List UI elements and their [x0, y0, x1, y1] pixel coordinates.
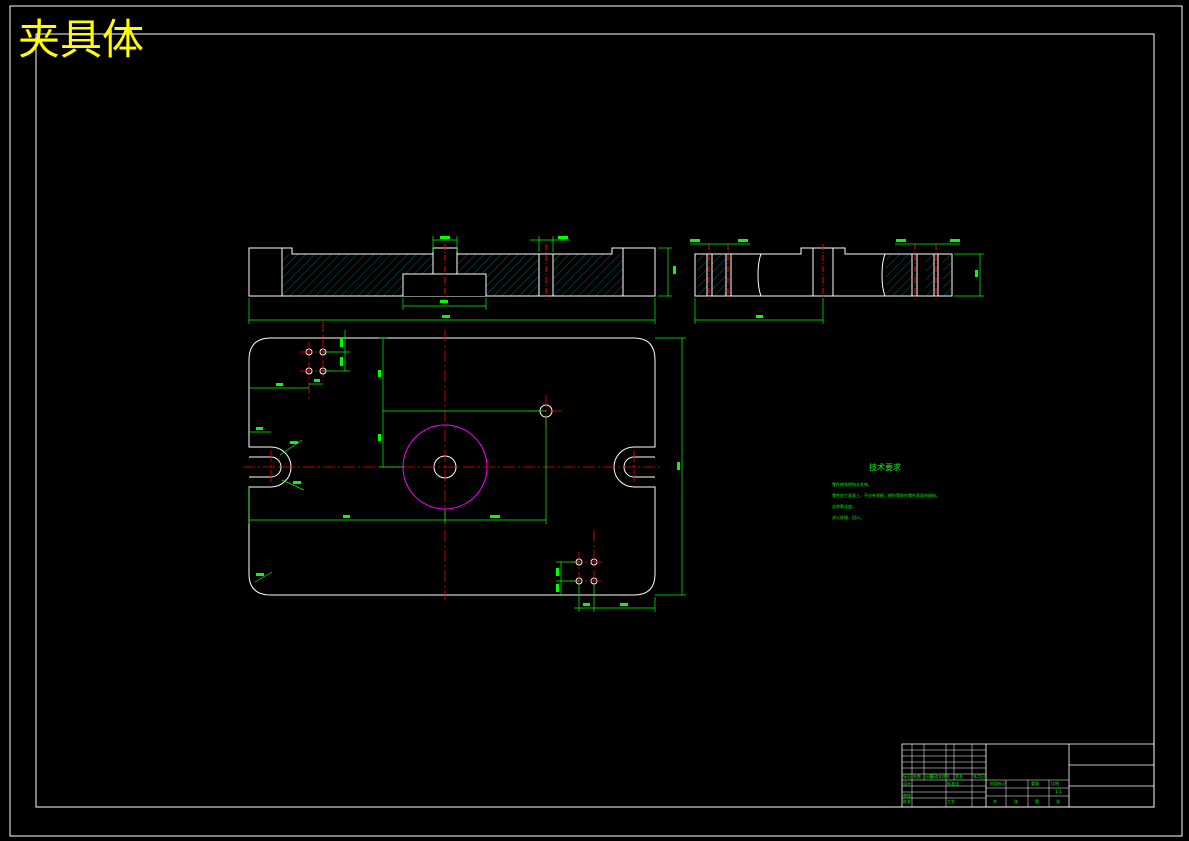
dimension-mark [378, 434, 381, 441]
tech-req-heading: 技术要求 [869, 463, 901, 472]
side-hatch [697, 254, 707, 296]
tb-label-approve: 批准 [903, 799, 911, 804]
dimension-mark [558, 236, 568, 239]
hatch-region-right [553, 254, 623, 296]
dimension-mark [276, 383, 283, 386]
dimension-mark [442, 315, 450, 318]
inner-frame [35, 33, 1155, 808]
tech-req-item-1: 零件棱角倒钝去毛刺。 [832, 482, 872, 487]
technical-requirements: 技术要求 零件棱角倒钝去毛刺。 零件加工表面上，不应有划痕、擦伤等损伤零件表面的… [832, 462, 1032, 523]
tb-label-weight: 重量 [1031, 781, 1039, 786]
tb-label-design: 设计 [903, 781, 911, 786]
tb-label-scale: 比例 [1051, 781, 1059, 786]
dimension-mark [256, 573, 264, 576]
dimension-mark [673, 266, 676, 274]
tb-label-signature: 签名 [955, 774, 963, 779]
tb-label-sheet-no: 第 [1035, 799, 1039, 804]
dimension-mark [975, 270, 978, 277]
plan-view [243, 320, 686, 612]
tb-label-mark: 标记 [903, 774, 911, 779]
dimension-mark [690, 239, 700, 242]
tb-label-date: 年月日 [973, 774, 985, 779]
tb-label-change-doc: 更改文件号 [930, 774, 950, 779]
dimension-mark [440, 300, 448, 303]
dimension-mark [293, 481, 301, 484]
tb-label-total: 共 [993, 799, 997, 804]
dimension-mark [314, 379, 320, 382]
drawing-canvas [9, 5, 1183, 837]
side-section-view [690, 239, 984, 324]
tb-scale-value: 1:1 [1055, 789, 1062, 794]
dimension-mark [677, 462, 680, 470]
dimension-mark [896, 239, 906, 242]
dimension-mark [340, 357, 343, 366]
dimension-mark [256, 427, 263, 430]
tb-label-standard: 标准化 [947, 781, 959, 786]
dimension-mark [290, 441, 298, 444]
tb-label-count: 处数 [913, 774, 921, 779]
dimension-mark [583, 603, 590, 606]
dimension-mark [756, 315, 763, 318]
front-section-view [248, 236, 676, 324]
tech-req-item-2: 零件加工表面上，不应有划痕、擦伤等损伤零件表面的缺陷。 [832, 493, 940, 498]
dimension-mark [490, 515, 500, 518]
dimension-mark [556, 568, 559, 576]
dimension-mark [950, 239, 960, 242]
tb-label-sheet: 张 [1056, 799, 1060, 804]
tech-req-item-4: 淬火处理，回火。 [832, 515, 864, 520]
dimension-mark [620, 603, 628, 606]
outer-border [9, 5, 1183, 837]
dimension-mark [340, 338, 343, 347]
side-hatch [926, 254, 934, 296]
side-hatch [886, 254, 912, 296]
tb-label-stage: 阶段标记 [990, 781, 1006, 786]
side-hatch [712, 254, 726, 296]
dimension-mark [556, 584, 559, 592]
dimension-mark [440, 236, 450, 239]
dimension-mark [343, 515, 350, 518]
tech-req-item-3: 去除氧化皮。 [832, 504, 856, 509]
drawing-title: 夹具体 [18, 15, 145, 64]
side-hatch [943, 254, 952, 296]
tb-label-sheets: 张 [1014, 799, 1018, 804]
dimension-mark [738, 239, 748, 242]
tb-label-process: 工艺 [947, 799, 955, 804]
dimension-mark [378, 370, 381, 377]
